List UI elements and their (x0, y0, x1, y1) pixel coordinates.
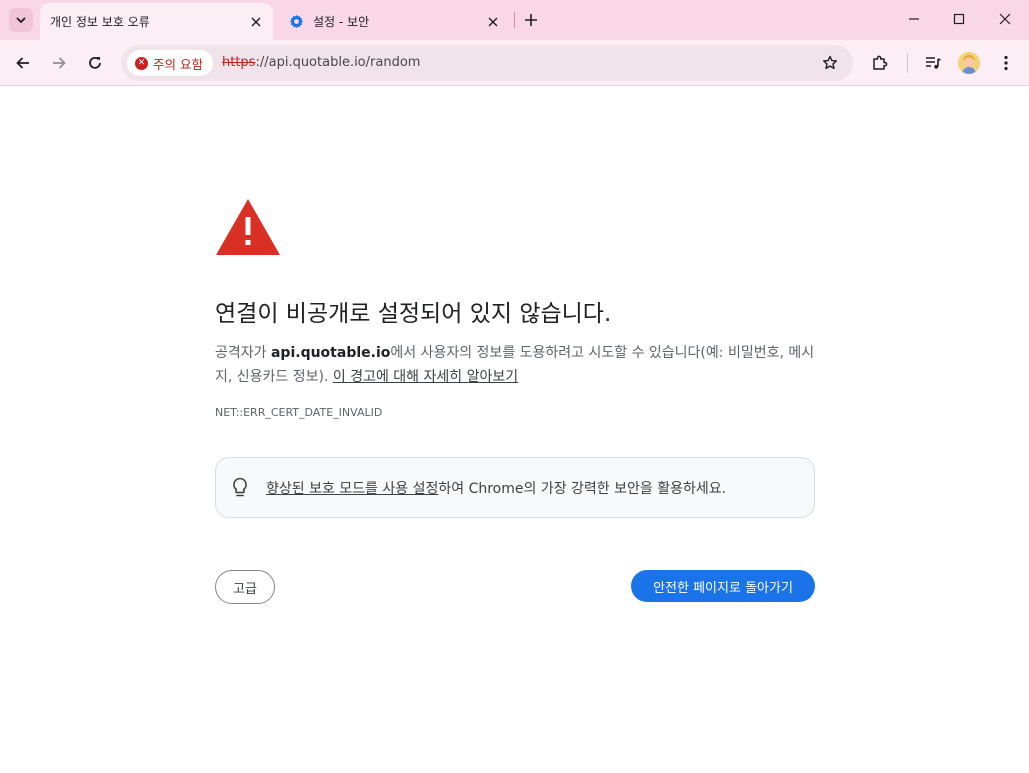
playlist-music-icon (926, 57, 941, 69)
url-host-path: ://api.quotable.io/random (255, 55, 421, 70)
desc-text: 공격자가 (215, 345, 271, 361)
star-icon (823, 55, 837, 70)
puzzle-icon (873, 55, 888, 70)
tab-title: 설정 - 보안 (313, 15, 370, 29)
tab-divider (514, 12, 515, 28)
enhanced-protection-callout: 향상된 보호 모드를 사용 설정하여 Chrome의 가장 강력한 보안을 활용… (215, 457, 815, 518)
reload-icon (89, 56, 101, 69)
reload-button[interactable] (79, 47, 111, 79)
arrow-right-icon (53, 57, 66, 69)
plus-icon (525, 14, 537, 26)
advanced-button[interactable]: 고급 (215, 570, 275, 604)
learn-more-link[interactable]: 이 경고에 대해 자세히 알아보기 (333, 369, 518, 385)
extensions-button[interactable] (864, 47, 896, 79)
tab-search-button[interactable] (9, 8, 33, 32)
kebab-menu-icon (1004, 55, 1008, 71)
media-controls-button[interactable] (917, 47, 949, 79)
tab-privacy-error[interactable]: 개인 정보 보호 오류 (40, 3, 273, 40)
interstitial-page: 연결이 비공개로 설정되어 있지 않습니다. 공격자가 api.quotable… (0, 87, 1029, 773)
arrow-left-icon (16, 57, 29, 69)
error-icon: ✕ (135, 56, 148, 70)
enhanced-protection-link[interactable]: 향상된 보호 모드를 사용 설정 (266, 481, 438, 497)
toolbar: ✕ 주의 요함 https://api.quotable.io/random (0, 40, 1029, 86)
tab-title: 개인 정보 보호 오류 (50, 15, 150, 29)
callout-rest: 하여 Chrome의 가장 강력한 보안을 활용하세요. (438, 481, 727, 497)
callout-text: 향상된 보호 모드를 사용 설정하여 Chrome의 가장 강력한 보안을 활용… (266, 478, 726, 498)
tab-settings-security[interactable]: 설정 - 보안 (278, 3, 510, 40)
maximize-button[interactable] (936, 0, 982, 38)
error-code: NET::ERR_CERT_DATE_INVALID (215, 406, 383, 419)
error-description: 공격자가 api.quotable.io에서 사용자의 정보를 도용하려고 시도… (215, 341, 815, 389)
close-tab-button[interactable] (482, 11, 504, 33)
close-window-button[interactable] (982, 0, 1028, 38)
lightbulb-icon (233, 477, 247, 497)
url-scheme: https (222, 55, 256, 70)
page-title: 연결이 비공개로 설정되어 있지 않습니다. (215, 301, 612, 327)
back-button[interactable] (7, 47, 39, 79)
url-text[interactable]: https://api.quotable.io/random (222, 55, 420, 70)
gear-icon (288, 14, 304, 30)
bookmark-button[interactable] (818, 51, 842, 75)
minimize-icon (909, 18, 919, 20)
close-icon (999, 13, 1011, 25)
chevron-down-icon (16, 17, 26, 23)
close-icon (251, 17, 261, 26)
warning-chip-label: 주의 요함 (153, 56, 203, 72)
minimize-button[interactable] (891, 0, 937, 38)
close-tab-button[interactable] (245, 11, 267, 33)
avatar-icon (958, 52, 980, 74)
desc-host: api.quotable.io (270, 345, 391, 361)
forward-button[interactable] (43, 47, 75, 79)
back-to-safety-button[interactable]: 안전한 페이지로 돌아가기 (631, 570, 815, 602)
maximize-icon (953, 13, 965, 25)
address-bar[interactable]: ✕ 주의 요함 https://api.quotable.io/random (121, 45, 853, 81)
profile-avatar[interactable] (958, 52, 980, 74)
close-icon (488, 17, 498, 26)
new-tab-button[interactable] (519, 8, 543, 32)
security-warning-chip[interactable]: ✕ 주의 요함 (127, 50, 213, 76)
warning-triangle-icon (216, 199, 280, 255)
tab-strip: 개인 정보 보호 오류 설정 - 보안 (0, 0, 1029, 40)
menu-button[interactable] (990, 47, 1022, 79)
toolbar-divider (907, 53, 908, 73)
